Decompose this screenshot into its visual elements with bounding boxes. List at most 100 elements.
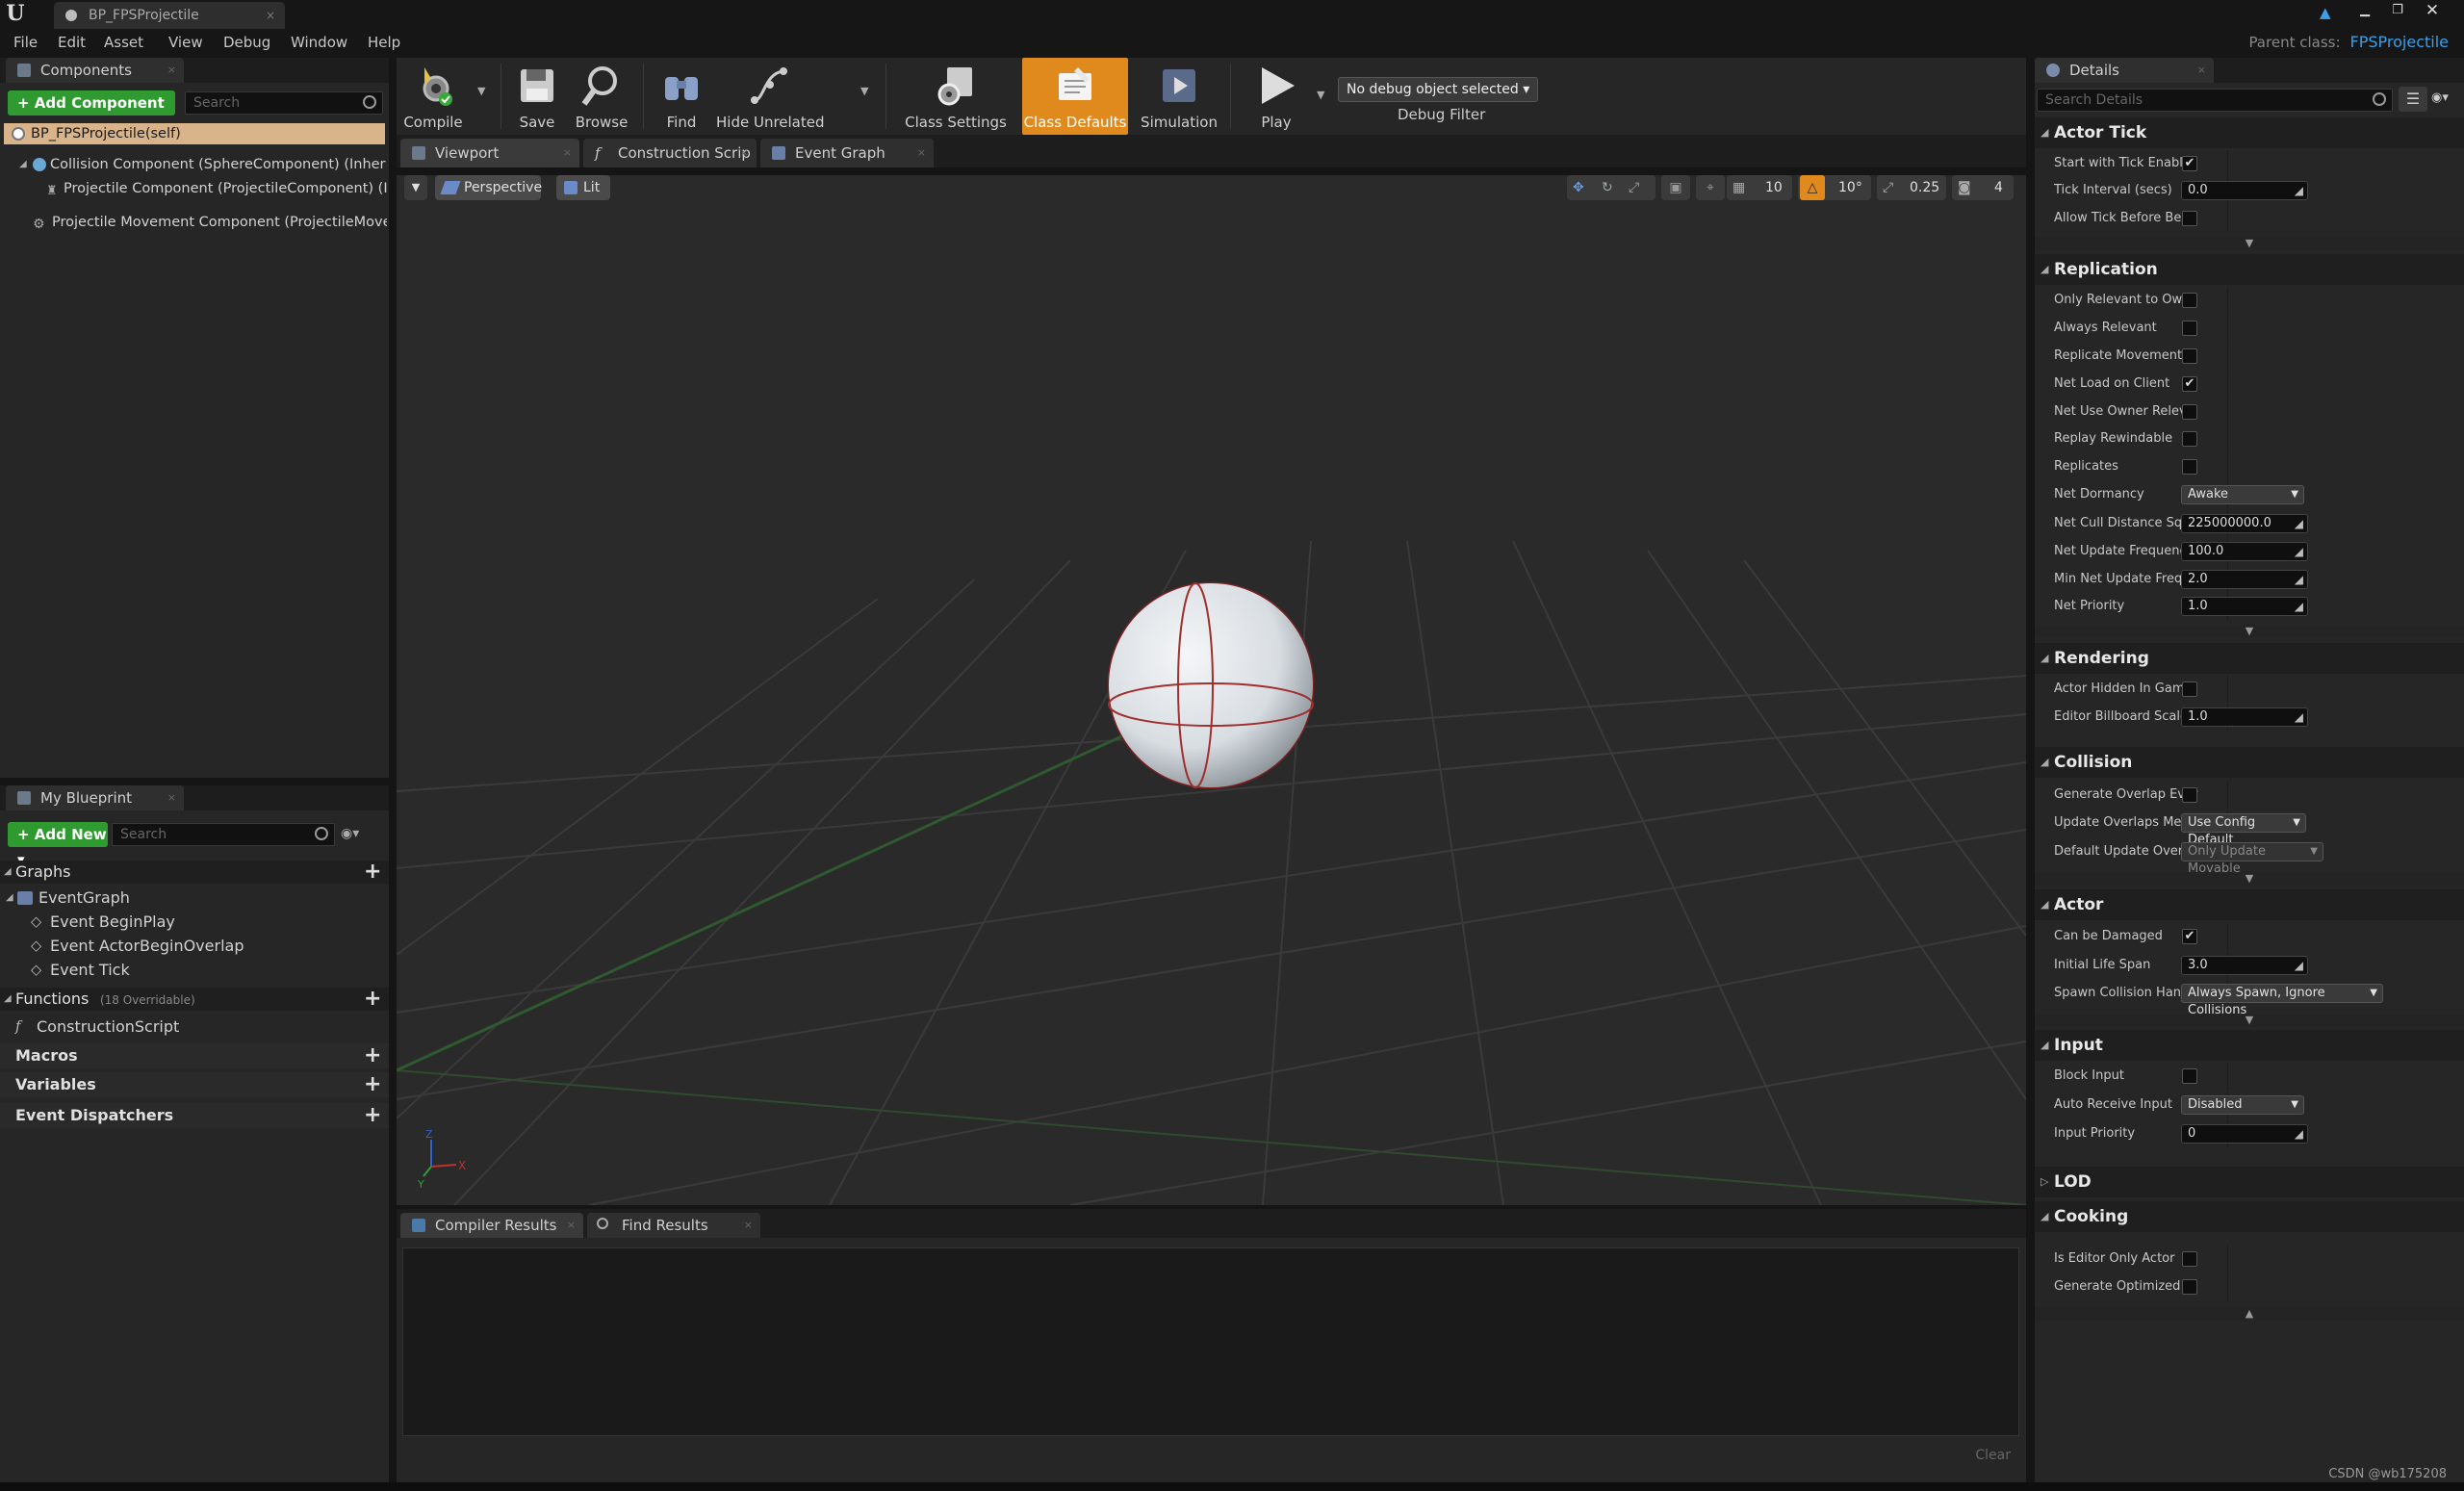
document-tab[interactable]: BP_FPSProjectile × xyxy=(54,2,285,29)
only-relevant-checkbox[interactable] xyxy=(2182,293,2197,308)
close-tab-icon[interactable]: × xyxy=(744,1213,753,1238)
variables-section[interactable]: Variables + xyxy=(0,1072,389,1097)
tab-viewport[interactable]: Viewport × xyxy=(400,139,579,167)
close-window-icon[interactable]: ✕ xyxy=(2422,2,2443,19)
close-tab-icon[interactable]: × xyxy=(167,58,176,83)
lit-button[interactable]: Lit xyxy=(556,175,610,200)
editor-only-checkbox[interactable] xyxy=(2182,1251,2197,1267)
section-collision[interactable]: ◢ Collision xyxy=(2035,747,2464,778)
add-function-icon[interactable]: + xyxy=(364,989,381,1010)
view-options-icon[interactable]: ◉▾ xyxy=(2431,90,2462,110)
tab-my-blueprint[interactable]: My Blueprint × xyxy=(6,785,184,810)
net-priority-input[interactable]: 1.0 ◢ xyxy=(2181,597,2308,616)
replicates-checkbox[interactable] xyxy=(2182,459,2197,475)
hide-unrelated-dropdown-icon[interactable]: ▼ xyxy=(860,85,868,97)
details-search-input[interactable]: Search Details xyxy=(2037,89,2393,112)
net-use-owner-checkbox[interactable] xyxy=(2182,404,2197,420)
spin-arrows-icon[interactable]: ◢ xyxy=(2295,1125,2303,1143)
translate-icon[interactable]: ✥ xyxy=(1573,175,1584,200)
net-load-checkbox[interactable]: ✔ xyxy=(2182,376,2197,392)
section-replication[interactable]: ◢ Replication xyxy=(2035,254,2464,285)
simulation-button[interactable]: Simulation xyxy=(1136,58,1222,135)
tab-details[interactable]: Details × xyxy=(2035,58,2214,83)
section-lod[interactable]: ▷ LOD xyxy=(2035,1167,2464,1197)
add-new-button[interactable]: + Add New ▾ xyxy=(8,822,108,868)
menu-file[interactable]: File xyxy=(13,34,38,51)
projectile-sphere[interactable] xyxy=(1109,583,1313,787)
spin-arrows-icon[interactable]: ◢ xyxy=(2295,543,2303,560)
spin-arrows-icon[interactable]: ◢ xyxy=(2295,957,2303,974)
menu-asset[interactable]: Asset xyxy=(104,34,143,51)
spawn-collision-select[interactable]: Always Spawn, Ignore Collisions xyxy=(2181,984,2383,1017)
close-tab-icon[interactable]: × xyxy=(917,139,926,167)
collapse-arrow-icon[interactable]: ◢ xyxy=(19,154,27,175)
input-priority-input[interactable]: 0 ◢ xyxy=(2181,1124,2308,1144)
add-graph-icon[interactable]: + xyxy=(364,861,381,883)
menu-window[interactable]: Window xyxy=(291,34,347,51)
collapse-arrow-icon[interactable]: ◢ xyxy=(4,988,12,1011)
close-tab-icon[interactable]: × xyxy=(740,139,749,167)
tick-interval-input[interactable]: 0.0 ◢ xyxy=(2181,181,2308,200)
event-item-actorbeginoverlap[interactable]: ◇ Event ActorBeginOverlap xyxy=(29,936,387,957)
collapse-advanced-icon[interactable]: ▲ xyxy=(2035,1307,2464,1321)
compiler-output-area[interactable] xyxy=(402,1247,2019,1436)
compile-button[interactable]: Compile xyxy=(397,58,470,135)
hide-unrelated-button[interactable]: Hide Unrelated xyxy=(716,58,825,135)
collapse-arrow-icon[interactable]: ◢ xyxy=(4,861,12,884)
close-tab-icon[interactable]: × xyxy=(563,139,572,167)
advanced-expander-icon[interactable]: ▼ xyxy=(2035,1014,2464,1027)
section-cooking[interactable]: ◢ Cooking xyxy=(2035,1201,2464,1232)
browse-button[interactable]: Browse xyxy=(570,58,633,135)
graphs-section[interactable]: ◢ Graphs + xyxy=(0,861,389,884)
net-cull-input[interactable]: 225000000.0 ◢ xyxy=(2181,514,2308,533)
property-matrix-icon[interactable]: ☰ xyxy=(2399,87,2427,112)
event-item-tick[interactable]: ◇ Event Tick xyxy=(29,960,387,981)
allow-tick-checkbox[interactable] xyxy=(2182,211,2197,226)
self-component-row[interactable]: BP_FPSProjectile(self) xyxy=(4,123,385,144)
play-button[interactable]: Play xyxy=(1240,58,1313,135)
add-macro-icon[interactable]: + xyxy=(364,1045,381,1067)
add-variable-icon[interactable]: + xyxy=(364,1074,381,1095)
grid-snap-control[interactable]: ▦ 10 xyxy=(1727,175,1792,200)
clear-button[interactable]: Clear xyxy=(1975,1448,2011,1463)
close-tab-icon[interactable]: × xyxy=(567,1213,576,1238)
collapse-arrow-icon[interactable]: ◢ xyxy=(6,887,13,909)
close-tab-icon[interactable]: × xyxy=(2197,58,2206,83)
net-update-input[interactable]: 100.0 ◢ xyxy=(2181,542,2308,561)
compile-options-dropdown-icon[interactable]: ▼ xyxy=(477,85,485,97)
close-tab-icon[interactable]: × xyxy=(167,785,176,810)
min-net-update-input[interactable]: 2.0 ◢ xyxy=(2181,570,2308,589)
replay-rewindable-checkbox[interactable] xyxy=(2182,431,2197,447)
replicate-movement-checkbox[interactable] xyxy=(2182,348,2197,364)
macros-section[interactable]: Macros + xyxy=(0,1043,389,1068)
class-defaults-button[interactable]: Class Defaults xyxy=(1022,58,1128,135)
dispatchers-section[interactable]: Event Dispatchers + xyxy=(0,1103,389,1128)
spin-arrows-icon[interactable]: ◢ xyxy=(2295,182,2303,199)
add-dispatcher-icon[interactable]: + xyxy=(364,1105,381,1126)
spin-arrows-icon[interactable]: ◢ xyxy=(2295,571,2303,588)
always-relevant-checkbox[interactable] xyxy=(2182,321,2197,336)
advanced-expander-icon[interactable]: ▼ xyxy=(2035,872,2464,886)
save-button[interactable]: Save xyxy=(510,58,564,135)
start-tick-checkbox[interactable]: ✔ xyxy=(2182,156,2197,171)
functions-section[interactable]: ◢ Functions (18 Overridable) + xyxy=(0,988,389,1011)
initial-life-span-input[interactable]: 3.0 ◢ xyxy=(2181,956,2308,975)
debug-object-select[interactable]: No debug object selected ▾ xyxy=(1338,77,1538,102)
menu-debug[interactable]: Debug xyxy=(223,34,270,51)
view-options-icon[interactable]: ◉▾ xyxy=(341,826,373,843)
close-tab-icon[interactable]: × xyxy=(266,2,275,29)
class-settings-button[interactable]: Class Settings xyxy=(905,58,1007,135)
tab-compiler-results[interactable]: Compiler Results × xyxy=(400,1213,583,1238)
tab-event-graph[interactable]: Event Graph × xyxy=(760,139,934,167)
camera-speed-control[interactable]: ◙ 4 xyxy=(1952,175,2014,200)
find-button[interactable]: Find xyxy=(653,58,710,135)
auto-receive-input-select[interactable]: Disabled xyxy=(2181,1095,2304,1115)
construction-script-item[interactable]: f ConstructionScript xyxy=(13,1016,387,1038)
update-overlaps-select[interactable]: Use Config Default xyxy=(2181,813,2306,847)
can-be-damaged-checkbox[interactable]: ✔ xyxy=(2182,929,2197,944)
minimize-icon[interactable]: ▁ xyxy=(2354,2,2375,19)
tree-item-projectile-movement[interactable]: ⚙ Projectile Movement Component (Project… xyxy=(29,212,387,233)
generate-overlap-checkbox[interactable] xyxy=(2182,787,2197,803)
learn-icon[interactable]: ▲ xyxy=(2320,4,2337,21)
event-item-beginplay[interactable]: ◇ Event BeginPlay xyxy=(29,912,387,933)
